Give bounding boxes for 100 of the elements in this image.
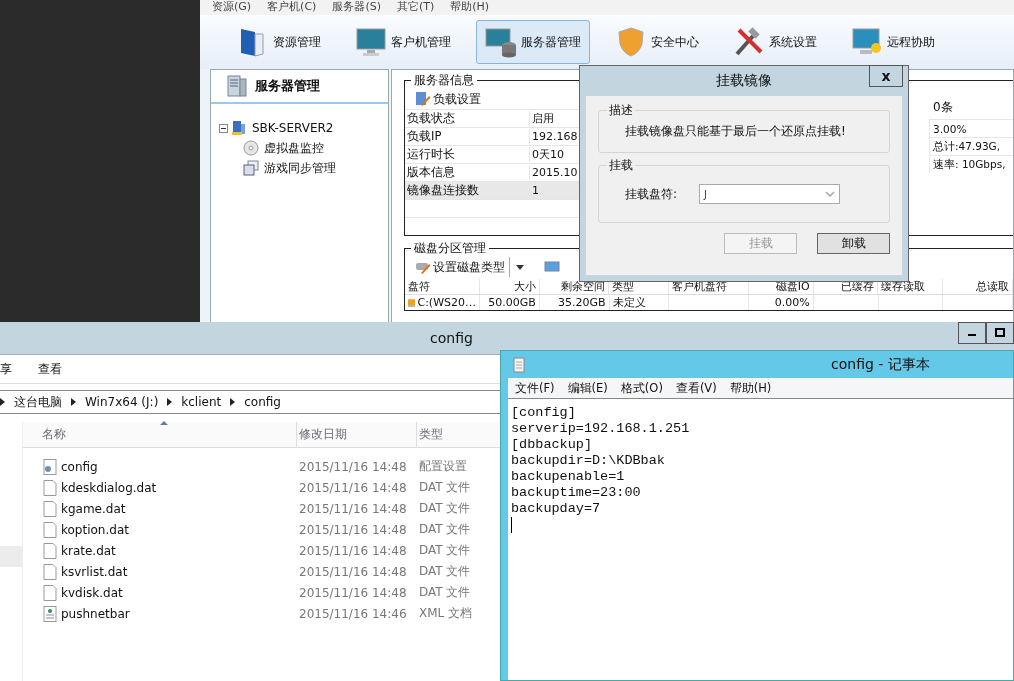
file-date: 2015/11/16 14:48 — [298, 585, 408, 600]
table-cell-text: 总计:47.93G, — [932, 139, 1001, 154]
file-name: kvdisk.dat — [61, 585, 123, 600]
table-cell: 运行时长 — [405, 147, 530, 162]
file-row[interactable]: koption.dat 2015/11/16 14:48 DAT 文件 — [23, 519, 501, 540]
drive-icon — [408, 296, 416, 309]
menu-item[interactable]: 服务器(S) — [332, 0, 381, 15]
breadcrumb-item[interactable]: kclient — [181, 395, 222, 409]
breadcrumb-item[interactable]: 这台电脑 — [14, 393, 62, 411]
toolbar-button[interactable]: 系统设置 — [724, 20, 826, 64]
server-icon — [227, 75, 247, 97]
shield-icon — [615, 26, 647, 58]
chevron-right-icon — [71, 398, 76, 406]
table-cell: 50.00GB — [488, 296, 536, 309]
file-row[interactable]: kgame.dat 2015/11/16 14:48 DAT 文件 — [23, 498, 501, 519]
set-disk-type-button[interactable]: 设置磁盘类型 — [405, 257, 510, 277]
file-type: DAT 文件 — [418, 479, 472, 496]
drive-dropdown[interactable]: J — [699, 184, 841, 204]
tree-item[interactable]: SBK-SERVER2 — [250, 121, 336, 135]
file-type: 配置设置 — [418, 458, 468, 475]
menu-item[interactable]: 文件(F) — [515, 380, 555, 396]
file-row[interactable]: pushnetbar 2015/11/16 14:46 XML 文档 — [23, 603, 501, 624]
table-cell: C:(WS20… — [417, 296, 476, 309]
chevron-right-icon — [167, 398, 173, 406]
ribbon-tab[interactable]: 享 — [0, 360, 12, 378]
toolbar-button[interactable]: 客户机管理 — [346, 20, 460, 64]
window-title: config - 记事本 — [831, 355, 930, 374]
text-line: [config] — [511, 405, 577, 421]
maximize-button[interactable] — [986, 322, 1014, 344]
table-cell: 负载IP — [405, 129, 530, 144]
table-cell-text: 速率: 10Gbps, — [932, 157, 1006, 172]
text-editor[interactable]: [config] serverip=192.168.1.251 [dbbackup] backupdir=D:\KDBbak backupenable=1 backuptime=23:00 backupday=7 — [508, 399, 1013, 680]
file-type: DAT 文件 — [418, 500, 472, 517]
address-bar[interactable]: 这台电脑 Win7x64 (J:) kclient config — [0, 390, 500, 414]
file-row[interactable]: kdeskdialog.dat 2015/11/16 14:48 DAT 文件 — [23, 477, 501, 498]
file-icon — [43, 584, 57, 601]
column-header[interactable]: 修改日期 — [297, 422, 417, 447]
menu-item[interactable]: 资源(G) — [212, 0, 252, 15]
file-name: koption.dat — [61, 522, 129, 537]
table-cell: 35.20GB — [557, 296, 606, 309]
tree-item[interactable]: 游戏同步管理 — [262, 159, 338, 177]
table-cell: 未定义 — [612, 295, 646, 310]
chevron-right-icon — [0, 398, 5, 406]
table-cell: 版本信息 — [405, 165, 530, 180]
group-title: 磁盘分区管理 — [413, 240, 487, 257]
toolbar-button[interactable]: 远程协助 — [842, 20, 944, 64]
file-name: kgame.dat — [61, 501, 126, 516]
load-settings-button[interactable]: 负载设置 — [405, 89, 481, 109]
monitor-database-icon — [485, 26, 517, 58]
toolbar-button[interactable]: 资源管理 — [228, 20, 330, 64]
expand-toggle[interactable] — [219, 123, 228, 133]
menu-item[interactable]: 格式(O) — [620, 380, 663, 396]
file-row[interactable]: krate.dat 2015/11/16 14:48 DAT 文件 — [23, 540, 501, 561]
dialog-title: 挂载镜像 — [716, 72, 772, 90]
menu-item[interactable]: 帮助(H) — [450, 0, 490, 15]
chevron-right-icon — [230, 398, 236, 406]
file-name: krate.dat — [61, 543, 116, 558]
file-icon — [43, 479, 57, 496]
table-cell-text: 1 — [531, 184, 539, 197]
file-type: DAT 文件 — [418, 584, 472, 601]
text-line: backupdir=D:\KDBbak — [511, 453, 666, 469]
file-icon — [43, 521, 57, 538]
server-icon — [231, 120, 247, 136]
file-type: DAT 文件 — [418, 563, 472, 580]
sort-arrow-icon — [160, 421, 168, 425]
close-button[interactable]: x — [869, 65, 903, 87]
sidebar-title: 服务器管理 — [255, 77, 320, 95]
disc-icon — [243, 140, 259, 156]
minimize-button[interactable] — [958, 322, 986, 344]
file-row[interactable]: config 2015/11/16 14:48 配置设置 — [23, 456, 501, 477]
caret-icon[interactable] — [516, 264, 524, 270]
breadcrumb-item[interactable]: Win7x64 (J:) — [85, 395, 159, 409]
text-line: backuptime=23:00 — [511, 485, 642, 501]
toolbar-button[interactable]: 安全中心 — [606, 20, 708, 64]
menu-item[interactable]: 其它(T) — [396, 0, 435, 15]
window-title: config — [430, 330, 473, 346]
menu-item[interactable]: 查看(V) — [675, 380, 717, 396]
menu-item[interactable]: 客户机(C) — [267, 0, 317, 15]
table-cell-text: 0天10 — [531, 147, 564, 162]
menu-item[interactable]: 编辑(E) — [567, 380, 608, 396]
file-row[interactable]: ksvrlist.dat 2015/11/16 14:48 DAT 文件 — [23, 561, 501, 582]
toolbar-button[interactable]: 服务器管理 — [476, 20, 590, 64]
log-count-label: 0条 — [932, 99, 954, 116]
file-row[interactable]: kvdisk.dat 2015/11/16 14:48 DAT 文件 — [23, 582, 501, 603]
text-line: backupenable=1 — [511, 469, 626, 485]
ribbon-tab[interactable]: 查看 — [38, 360, 62, 378]
dialog-button[interactable]: 卸载 — [817, 233, 890, 254]
file-name: kdeskdialog.dat — [61, 480, 157, 495]
menu-item[interactable]: 帮助(H) — [729, 380, 772, 396]
group-title: 服务器信息 — [413, 72, 475, 89]
file-type: DAT 文件 — [418, 521, 472, 538]
table-cell: 镜像盘连接数 — [405, 183, 530, 198]
column-header[interactable]: 盘符 — [405, 279, 480, 294]
column-header[interactable]: 大小 — [479, 279, 540, 294]
column-header[interactable]: 总读取 — [943, 279, 1013, 294]
tree-item[interactable]: 虚拟盘监控 — [262, 139, 326, 157]
file-date: 2015/11/16 14:48 — [298, 543, 408, 558]
file-date: 2015/11/16 14:46 — [298, 606, 408, 621]
file-date: 2015/11/16 14:48 — [298, 459, 408, 474]
breadcrumb-item[interactable]: config — [244, 395, 281, 409]
